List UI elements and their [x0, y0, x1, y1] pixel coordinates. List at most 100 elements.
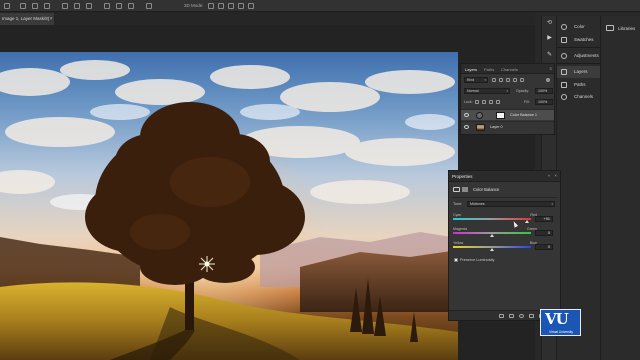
- distribute-right-icon[interactable]: [128, 3, 134, 9]
- slider-track[interactable]: [453, 218, 531, 220]
- slider-value-field[interactable]: 0: [535, 230, 553, 236]
- tone-dropdown[interactable]: Midtones ▾: [467, 201, 555, 207]
- 3d-drag-icon[interactable]: [228, 3, 234, 9]
- close-icon[interactable]: ×: [554, 173, 557, 178]
- slider-left-label: Cyan: [453, 213, 462, 217]
- panel-paths[interactable]: Paths: [557, 79, 601, 91]
- slider-yellow-blue[interactable]: Yellow Blue 0: [453, 241, 559, 255]
- preserve-luminosity-checkbox[interactable]: [454, 258, 458, 262]
- distribute-top-icon[interactable]: [62, 3, 68, 9]
- distribute-left-icon[interactable]: [104, 3, 110, 9]
- tab-layers[interactable]: Layers: [465, 67, 477, 72]
- filter-adjustment-icon[interactable]: [499, 78, 503, 82]
- panel-libraries-label: Libraries: [618, 26, 636, 31]
- panel-channels-label: Channels: [574, 94, 594, 99]
- filter-shape-icon[interactable]: [513, 78, 517, 82]
- 3d-mode-label: 3D Mode:: [184, 3, 204, 8]
- panel-swatches-label: Swatches: [574, 37, 594, 42]
- document-tab-title: Image 1, Layer Mask/8) *: [2, 16, 53, 21]
- layer-name[interactable]: Layer 0: [490, 125, 503, 129]
- tab-channels[interactable]: Channels: [501, 67, 518, 72]
- paths-icon: [561, 82, 567, 88]
- panel-color-label: Color: [574, 24, 585, 29]
- align-center-icon[interactable]: [32, 3, 38, 9]
- slider-handle[interactable]: [490, 234, 494, 237]
- panel-channels[interactable]: Channels: [557, 91, 601, 103]
- filter-pixel-icon[interactable]: [492, 78, 496, 82]
- 3d-roll-icon[interactable]: [218, 3, 224, 9]
- play-icon[interactable]: ▶: [546, 35, 553, 42]
- lock-transparent-icon[interactable]: [475, 100, 479, 104]
- vu-logo-mark: VU: [545, 310, 569, 328]
- tool-preset-icon[interactable]: [4, 3, 10, 9]
- layer-filter-dropdown[interactable]: Kind ▾: [464, 77, 488, 83]
- layer-row-layer-0[interactable]: Layer 0: [461, 121, 554, 132]
- visibility-eye-icon[interactable]: [464, 113, 469, 117]
- slider-magenta-green[interactable]: Magenta Green 0: [453, 227, 559, 241]
- close-icon[interactable]: ×: [49, 16, 52, 21]
- layers-panel-tabs: Layers Paths Channels ≡: [461, 64, 554, 74]
- clip-to-layer-icon[interactable]: [499, 314, 504, 318]
- layer-name[interactable]: Color Balance 1: [510, 113, 537, 117]
- distribute-bottom-icon[interactable]: [86, 3, 92, 9]
- lock-all-icon[interactable]: [496, 100, 500, 104]
- swatches-icon: [561, 37, 567, 43]
- color-icon: [561, 24, 567, 30]
- libraries-icon: [606, 25, 614, 31]
- distribute-center-icon[interactable]: [116, 3, 122, 9]
- layer-row-color-balance[interactable]: Color Balance 1: [461, 109, 554, 120]
- slider-value-field[interactable]: 0: [535, 244, 553, 250]
- 3d-rotate-icon[interactable]: [208, 3, 214, 9]
- 3d-slide-icon[interactable]: [238, 3, 244, 9]
- auto-align-icon[interactable]: [146, 3, 152, 9]
- visibility-eye-icon[interactable]: [464, 125, 469, 129]
- options-bar: 3D Mode:: [0, 0, 640, 12]
- history-icon[interactable]: ⟲: [546, 20, 553, 27]
- adjustment-name: Color Balance: [473, 187, 500, 192]
- tab-paths[interactable]: Paths: [484, 67, 494, 72]
- distribute-middle-icon[interactable]: [74, 3, 80, 9]
- properties-title: Properties: [452, 174, 473, 179]
- mask-icon[interactable]: [462, 187, 468, 192]
- panel-swatches[interactable]: Swatches: [557, 34, 601, 46]
- lock-label: Lock:: [464, 100, 473, 104]
- slider-value-field[interactable]: +91: [535, 216, 553, 222]
- document-tab[interactable]: Image 1, Layer Mask/8) * ×: [0, 13, 54, 25]
- filter-smart-object-icon[interactable]: [520, 78, 524, 82]
- fill-field[interactable]: 100%: [535, 99, 553, 105]
- filter-toggle-icon[interactable]: [546, 78, 550, 82]
- opacity-field[interactable]: 100%: [535, 88, 553, 94]
- collapse-icon[interactable]: »: [547, 173, 550, 178]
- layer-mask-thumbnail[interactable]: [496, 112, 505, 119]
- slider-left-label: Magenta: [453, 227, 467, 231]
- slider-cyan-red[interactable]: Cyan Red +91: [453, 213, 559, 227]
- chevron-down-icon: ▾: [484, 78, 486, 82]
- lock-image-icon[interactable]: [482, 100, 486, 104]
- slider-handle[interactable]: [490, 248, 494, 251]
- slider-handle[interactable]: [525, 220, 530, 223]
- align-right-icon[interactable]: [44, 3, 50, 9]
- view-previous-icon[interactable]: [509, 314, 514, 318]
- layer-filter-value: Kind: [467, 78, 475, 82]
- panel-divider: [557, 47, 601, 48]
- panel-adjustments[interactable]: Adjustments: [557, 50, 601, 62]
- divider: [452, 197, 557, 198]
- opacity-label: Opacity:: [516, 89, 530, 93]
- 3d-scale-icon[interactable]: [248, 3, 254, 9]
- filter-type-icon[interactable]: [506, 78, 510, 82]
- opacity-value: 100%: [538, 89, 548, 93]
- panel-menu-icon[interactable]: ≡: [549, 66, 552, 71]
- brush-icon[interactable]: ✎: [546, 52, 553, 59]
- panel-color[interactable]: Color: [557, 21, 601, 33]
- lock-position-icon[interactable]: [489, 100, 493, 104]
- document-image[interactable]: [0, 52, 458, 360]
- reset-icon[interactable]: [519, 314, 524, 318]
- panel-layers[interactable]: Layers: [557, 66, 601, 78]
- blend-mode-dropdown[interactable]: Normal ▾: [464, 88, 510, 94]
- blend-mode-value: Normal: [467, 89, 479, 93]
- layer-thumbnail: [476, 124, 485, 131]
- fill-value: 100%: [538, 100, 548, 104]
- panel-libraries[interactable]: Libraries: [600, 16, 640, 360]
- align-left-icon[interactable]: [20, 3, 26, 9]
- toggle-visibility-icon[interactable]: [529, 314, 534, 318]
